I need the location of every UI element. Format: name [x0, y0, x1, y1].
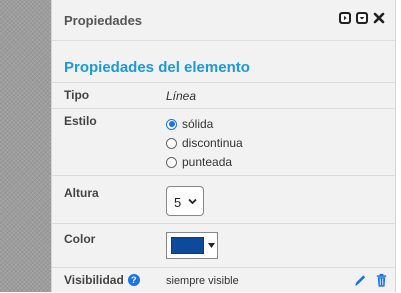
altura-selected-value: 5 — [174, 195, 182, 210]
trash-icon[interactable] — [374, 272, 389, 288]
expand-icon[interactable] — [338, 11, 352, 25]
property-row-tipo: Tipo Línea — [52, 82, 395, 109]
left-background-strip — [0, 0, 51, 292]
panel-header: Propiedades — [52, 0, 395, 41]
property-row-altura: Altura 5 — [52, 175, 395, 224]
tipo-value: Línea — [166, 89, 197, 103]
property-row-color: Color — [52, 223, 395, 268]
color-swatch — [171, 237, 204, 254]
radio-button[interactable] — [166, 137, 177, 149]
tipo-label: Tipo — [64, 88, 90, 102]
radio-button[interactable] — [166, 156, 177, 168]
dropdown-arrow-icon — [208, 243, 215, 248]
estilo-radio-group: sólida discontinua punteada — [166, 115, 243, 172]
estilo-label: Estilo — [64, 114, 97, 128]
property-row-visibilidad: Visibilidad ? siempre visible — [52, 267, 395, 293]
radio-label: punteada — [182, 155, 233, 169]
color-picker[interactable] — [166, 232, 218, 259]
edit-pencil-icon[interactable] — [353, 272, 368, 288]
visibilidad-actions — [353, 272, 389, 288]
collapse-icon[interactable] — [355, 11, 369, 25]
color-label: Color — [64, 232, 96, 246]
close-icon[interactable] — [372, 11, 386, 25]
help-icon[interactable]: ? — [127, 274, 140, 286]
visibilidad-value: siempre visible — [166, 275, 239, 287]
radio-solida[interactable]: sólida — [166, 115, 243, 133]
radio-label: discontinua — [182, 136, 243, 150]
radio-punteada[interactable]: punteada — [166, 153, 243, 171]
chevron-down-icon — [188, 198, 197, 205]
radio-discontinua[interactable]: discontinua — [166, 134, 243, 152]
section-title: Propiedades del elemento — [64, 59, 250, 76]
panel-header-buttons — [338, 11, 386, 25]
properties-panel: Propiedades Propiedades del elemento Tip… — [51, 0, 396, 292]
radio-label: sólida — [182, 117, 214, 131]
panel-title: Propiedades — [64, 13, 143, 28]
property-row-estilo: Estilo sólida discontinua punteada — [52, 108, 395, 176]
radio-button-checked[interactable] — [166, 118, 177, 130]
altura-select[interactable]: 5 — [166, 186, 204, 216]
altura-label: Altura — [64, 186, 99, 200]
visibilidad-label: Visibilidad — [64, 273, 124, 287]
visibilidad-label-wrap: Visibilidad ? — [64, 273, 140, 287]
